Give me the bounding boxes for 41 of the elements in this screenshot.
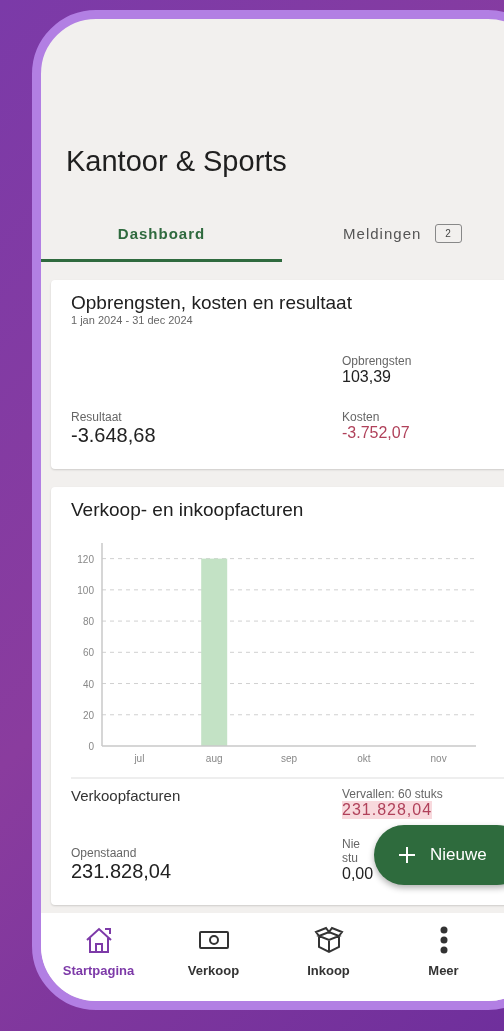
card-title: Opbrengsten, kosten en resultaat [71, 292, 353, 314]
card-title: Verkoop- en inkoopfacturen [71, 499, 305, 521]
nav-item[interactable]: Meer [386, 925, 501, 1001]
overdue-amount: 231.828,04 [342, 801, 433, 819]
plus-icon [398, 846, 416, 864]
box-icon [313, 925, 344, 955]
axis-tick-label: okt [357, 753, 371, 764]
more-icon [438, 925, 449, 955]
tab[interactable]: Meldingen 2 [282, 212, 504, 262]
stat-label: Openstaand [71, 846, 137, 860]
company-title: Kantoor & Sports [66, 145, 288, 178]
axis-tick-label: jul [134, 753, 145, 764]
axis-tick-label: 100 [77, 584, 94, 596]
axis-tick-label: 0 [88, 741, 94, 752]
tab[interactable]: Dashboard [41, 212, 282, 262]
stat-value: 0,00 [342, 865, 375, 883]
stat-label: Nie [342, 837, 360, 851]
axis-tick-label: sep [280, 753, 298, 764]
nav-item[interactable]: Verkoop [156, 925, 271, 1001]
period-text: 1 jan 2024 - 31 dec 2024 [71, 314, 194, 326]
stat-value: 103,39 [342, 368, 392, 386]
section-title: Verkoopfacturen [71, 787, 182, 806]
axis-tick-label: 20 [82, 709, 94, 721]
new-button[interactable]: Nieuwe [374, 825, 504, 885]
stat-label: Kosten [342, 410, 380, 424]
axis-tick-label: 120 [77, 553, 94, 565]
count-badge: 2 [435, 224, 462, 243]
stat-label: Opbrengsten [342, 354, 412, 368]
stat-label: Vervallen: 60 stuks [342, 787, 443, 801]
stat-value: 231.828,04 [71, 860, 173, 883]
stat-label: Resultaat [71, 410, 122, 424]
axis-tick-label: nov [430, 753, 447, 764]
stat-value: -3.752,07 [342, 424, 411, 442]
stat-value: -3.648,68 [71, 424, 157, 447]
axis-tick-label: aug [205, 753, 223, 764]
nav-item[interactable]: Startpagina [41, 925, 156, 1001]
stat-label: stu [342, 851, 358, 865]
axis-tick-label: 40 [82, 678, 94, 690]
axis-tick-label: 80 [82, 616, 94, 628]
axis-tick-label: 60 [82, 647, 94, 659]
nav-item[interactable]: Inkoop [271, 925, 386, 1001]
